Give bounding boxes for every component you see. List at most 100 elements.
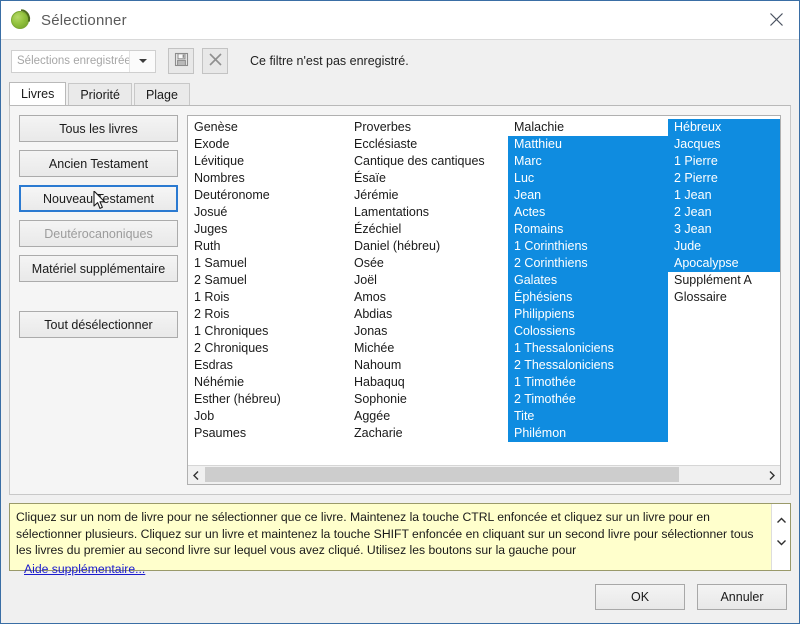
old-testament-button[interactable]: Ancien Testament bbox=[19, 150, 178, 177]
list-item[interactable]: Ecclésiaste bbox=[348, 136, 508, 153]
list-item[interactable]: Jonas bbox=[348, 323, 508, 340]
chevron-up-icon[interactable] bbox=[776, 509, 787, 531]
list-item[interactable]: Romains bbox=[508, 221, 668, 238]
tab-livres[interactable]: Livres bbox=[9, 82, 67, 105]
list-item[interactable]: Psaumes bbox=[188, 425, 348, 442]
deselect-all-button[interactable]: Tout désélectionner bbox=[19, 311, 178, 338]
list-item[interactable]: Galates bbox=[508, 272, 668, 289]
close-icon[interactable] bbox=[754, 1, 799, 38]
list-item[interactable]: Supplément A bbox=[668, 272, 780, 289]
tab-plage[interactable]: Plage bbox=[133, 83, 190, 105]
list-item[interactable]: Jean bbox=[508, 187, 668, 204]
supplementary-material-button[interactable]: Matériel supplémentaire bbox=[19, 255, 178, 282]
list-item[interactable]: 2 Samuel bbox=[188, 272, 348, 289]
list-item[interactable]: Philippiens bbox=[508, 306, 668, 323]
save-button[interactable] bbox=[168, 48, 194, 74]
list-item[interactable]: Joël bbox=[348, 272, 508, 289]
list-item[interactable]: Malachie bbox=[508, 119, 668, 136]
list-item[interactable]: 2 Pierre bbox=[668, 170, 780, 187]
list-item[interactable]: 1 Jean bbox=[668, 187, 780, 204]
additional-help-link[interactable]: Aide supplémentaire... bbox=[24, 561, 145, 578]
scroll-right-icon[interactable] bbox=[763, 466, 780, 484]
list-item[interactable]: Zacharie bbox=[348, 425, 508, 442]
list-item[interactable]: Daniel (hébreu) bbox=[348, 238, 508, 255]
preset-button-column: Tous les livres Ancien Testament Nouveau… bbox=[19, 115, 178, 485]
list-item[interactable]: Deutéronome bbox=[188, 187, 348, 204]
saved-selections-value: Sélections enregistrées bbox=[17, 55, 129, 67]
list-item[interactable]: Esdras bbox=[188, 357, 348, 374]
list-item[interactable]: Nahoum bbox=[348, 357, 508, 374]
list-item[interactable]: Marc bbox=[508, 153, 668, 170]
list-item[interactable]: Osée bbox=[348, 255, 508, 272]
list-item[interactable]: 1 Pierre bbox=[668, 153, 780, 170]
list-item[interactable]: Job bbox=[188, 408, 348, 425]
help-instructions: Cliquez sur un nom de livre pour ne séle… bbox=[16, 510, 754, 557]
book-column-4: Hébreux Jacques 1 Pierre 2 Pierre 1 Jean… bbox=[668, 119, 780, 465]
list-item[interactable]: Abdias bbox=[348, 306, 508, 323]
all-books-button[interactable]: Tous les livres bbox=[19, 115, 178, 142]
list-item[interactable]: 2 Chroniques bbox=[188, 340, 348, 357]
list-item[interactable]: Colossiens bbox=[508, 323, 668, 340]
list-item[interactable]: Aggée bbox=[348, 408, 508, 425]
list-item[interactable]: 2 Rois bbox=[188, 306, 348, 323]
list-item[interactable]: Ruth bbox=[188, 238, 348, 255]
ok-button[interactable]: OK bbox=[595, 584, 685, 610]
list-item[interactable]: Ézéchiel bbox=[348, 221, 508, 238]
new-testament-button[interactable]: Nouveau Testament bbox=[19, 185, 178, 212]
list-item[interactable]: Esther (hébreu) bbox=[188, 391, 348, 408]
scrollbar-thumb[interactable] bbox=[205, 467, 680, 482]
list-item[interactable]: Actes bbox=[508, 204, 668, 221]
list-item[interactable]: Tite bbox=[508, 408, 668, 425]
list-item[interactable]: Hébreux bbox=[668, 119, 780, 136]
list-item[interactable]: Jacques bbox=[668, 136, 780, 153]
list-item[interactable]: Apocalypse bbox=[668, 255, 780, 272]
list-item[interactable]: Luc bbox=[508, 170, 668, 187]
delete-selection-button[interactable] bbox=[202, 48, 228, 74]
list-item[interactable]: Éphésiens bbox=[508, 289, 668, 306]
list-item[interactable]: Lévitique bbox=[188, 153, 348, 170]
list-item[interactable]: 3 Jean bbox=[668, 221, 780, 238]
cancel-button[interactable]: Annuler bbox=[697, 584, 787, 610]
list-item[interactable]: Ésaïe bbox=[348, 170, 508, 187]
list-item[interactable]: Genèse bbox=[188, 119, 348, 136]
list-item[interactable]: 2 Corinthiens bbox=[508, 255, 668, 272]
list-item[interactable]: Philémon bbox=[508, 425, 668, 442]
list-item[interactable]: Néhémie bbox=[188, 374, 348, 391]
list-item[interactable]: Jérémie bbox=[348, 187, 508, 204]
list-item[interactable]: Matthieu bbox=[508, 136, 668, 153]
list-item[interactable]: Glossaire bbox=[668, 289, 780, 306]
horizontal-scrollbar[interactable] bbox=[188, 465, 780, 484]
list-item[interactable]: 2 Timothée bbox=[508, 391, 668, 408]
list-item[interactable]: Josué bbox=[188, 204, 348, 221]
list-item[interactable]: 1 Chroniques bbox=[188, 323, 348, 340]
list-item[interactable]: 1 Thessaloniciens bbox=[508, 340, 668, 357]
tab-priorite[interactable]: Priorité bbox=[68, 83, 132, 105]
book-list-box[interactable]: Genèse Exode Lévitique Nombres Deutérono… bbox=[187, 115, 781, 485]
list-item[interactable]: Habaquq bbox=[348, 374, 508, 391]
list-item[interactable]: 1 Rois bbox=[188, 289, 348, 306]
list-item[interactable]: Michée bbox=[348, 340, 508, 357]
chevron-down-icon[interactable] bbox=[776, 531, 787, 553]
help-scrollbar[interactable] bbox=[771, 504, 790, 570]
list-item[interactable]: Nombres bbox=[188, 170, 348, 187]
list-item[interactable]: Lamentations bbox=[348, 204, 508, 221]
list-item[interactable]: Proverbes bbox=[348, 119, 508, 136]
books-tab-panel: Tous les livres Ancien Testament Nouveau… bbox=[9, 105, 791, 495]
book-column-2: Proverbes Ecclésiaste Cantique des canti… bbox=[348, 119, 508, 465]
scroll-left-icon[interactable] bbox=[188, 466, 205, 484]
list-item[interactable]: 2 Jean bbox=[668, 204, 780, 221]
list-item[interactable]: Amos bbox=[348, 289, 508, 306]
list-item[interactable]: 1 Timothée bbox=[508, 374, 668, 391]
list-item[interactable]: Sophonie bbox=[348, 391, 508, 408]
deuterocanonical-button: Deutérocanoniques bbox=[19, 220, 178, 247]
list-item[interactable]: Juges bbox=[188, 221, 348, 238]
list-item[interactable]: Exode bbox=[188, 136, 348, 153]
list-item[interactable]: 1 Samuel bbox=[188, 255, 348, 272]
list-item[interactable]: 2 Thessaloniciens bbox=[508, 357, 668, 374]
list-item[interactable]: 1 Corinthiens bbox=[508, 238, 668, 255]
list-item[interactable]: Cantique des cantiques bbox=[348, 153, 508, 170]
chevron-down-icon[interactable] bbox=[129, 50, 155, 72]
scrollbar-track[interactable] bbox=[205, 466, 763, 484]
list-item[interactable]: Jude bbox=[668, 238, 780, 255]
saved-selections-combo[interactable]: Sélections enregistrées bbox=[11, 49, 156, 73]
